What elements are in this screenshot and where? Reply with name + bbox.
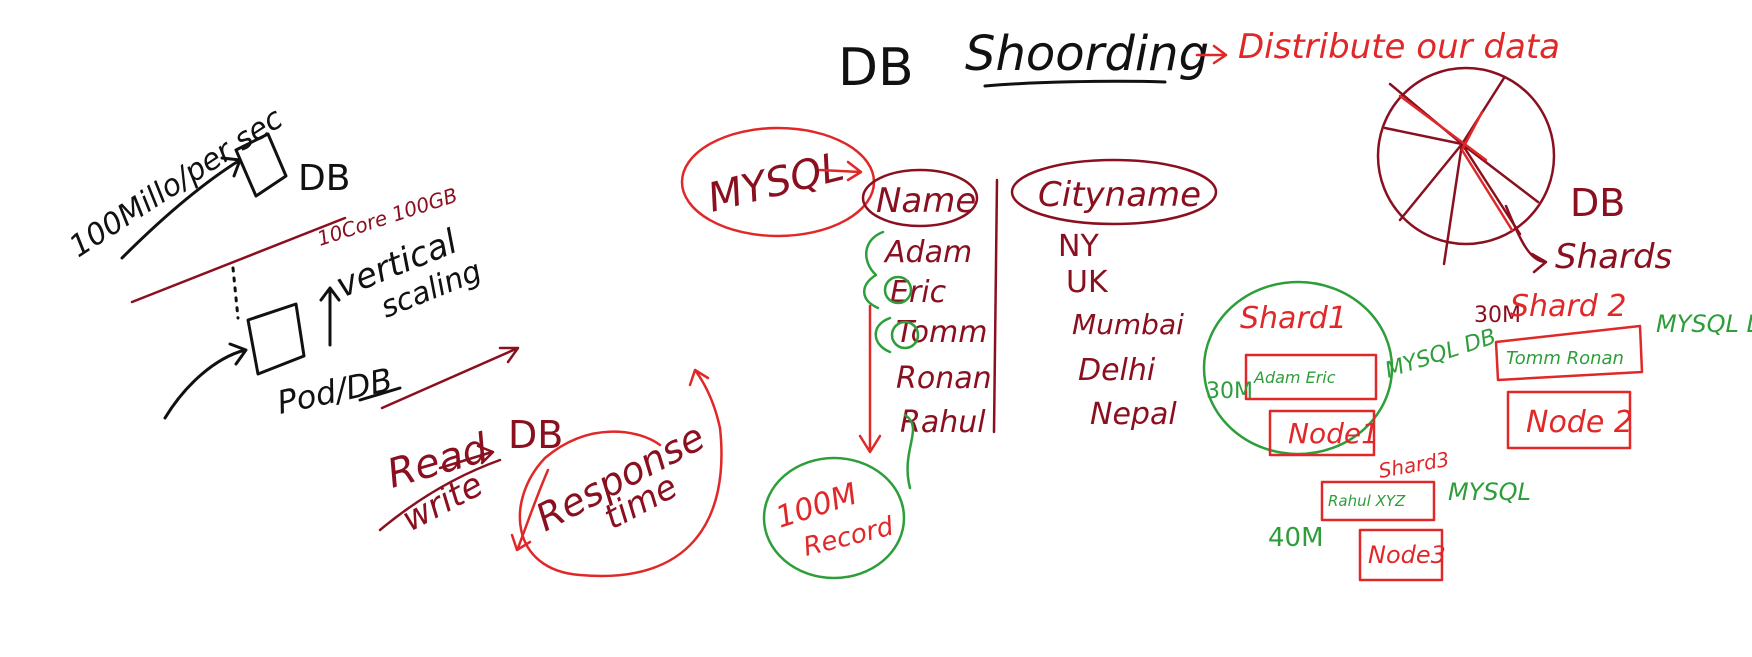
pie-slices	[1383, 76, 1540, 266]
title-group: DB Shoording Distribute our data	[838, 26, 1560, 98]
db-top-label: DB	[298, 158, 350, 199]
shard2-rows: Tomm Ronan	[1506, 348, 1624, 369]
row-city-2: UK	[1066, 265, 1109, 300]
title-db: DB	[838, 38, 914, 98]
shard2-title: Shard 2	[1510, 289, 1626, 324]
vertical-scaling-group: 100Millo/per sec DB 10Core 100GB vertica…	[63, 101, 520, 422]
response-up-arrow	[688, 368, 722, 430]
load-label: 100Millo/per sec	[63, 101, 289, 265]
shards-arrow	[1504, 204, 1548, 274]
vertical-arrow	[319, 286, 341, 347]
green-bracket-2	[874, 316, 892, 354]
shard1-engine: MYSQL DB	[1382, 324, 1499, 383]
read-write-group: Read write DB Response time	[378, 368, 723, 578]
row-city-3: Mumbai	[1072, 308, 1184, 341]
column-divider	[992, 178, 999, 434]
row-name-3: Tomm	[896, 315, 987, 350]
col-city-header: Cityname	[1038, 175, 1201, 215]
shard3-node: Node3	[1368, 541, 1446, 569]
shard1-title: Shard1	[1240, 301, 1347, 336]
shards-label: Shards	[1555, 237, 1672, 277]
row-name-2: Eric	[890, 275, 947, 310]
row-city-5: Nepal	[1090, 397, 1177, 432]
shard2-engine: MYSQL DB	[1656, 310, 1752, 338]
shard2-node: Node 2	[1526, 405, 1633, 440]
mysql-label: MYSQL	[703, 144, 848, 222]
strike-line	[130, 216, 347, 304]
pod-connector	[231, 266, 240, 320]
shard1-rows: Adam Eric	[1253, 368, 1336, 387]
row-city-4: Delhi	[1078, 353, 1156, 388]
row-city-1: NY	[1058, 229, 1099, 264]
pod-box	[246, 302, 306, 376]
shard1-count: 30M	[1206, 379, 1253, 404]
shards-group: DB Shards Shard1 Adam Eric Node1 30M MYS…	[1202, 66, 1752, 582]
shard3-count: 40M	[1268, 523, 1324, 553]
green-bracket-1	[863, 230, 885, 310]
pie-red-strokes	[1398, 94, 1514, 232]
row-name-1: Adam	[883, 235, 972, 270]
table-group: MYSQL Name Cityname Adam Eric Tomm Ronan…	[680, 126, 1218, 580]
pie-db-label: DB	[1570, 181, 1625, 225]
title-note: Distribute our data	[1238, 27, 1560, 67]
row-name-4: Ronan	[896, 361, 992, 396]
title-sharding: Shoording	[965, 26, 1209, 82]
col-name-header: Name	[876, 181, 976, 221]
shard3-title: Shard3	[1377, 447, 1451, 483]
shard1-node: Node1	[1288, 417, 1379, 450]
shard3-rows: Rahul XYZ	[1328, 492, 1406, 510]
shard3-engine: MYSQL	[1448, 478, 1531, 506]
maroon-diagonal-arrow	[380, 346, 520, 410]
whiteboard: DB Shoording Distribute our data 100Mill…	[63, 26, 1752, 582]
pod-arrow	[163, 342, 248, 420]
pod-db-label: Pod/DB	[274, 360, 396, 421]
